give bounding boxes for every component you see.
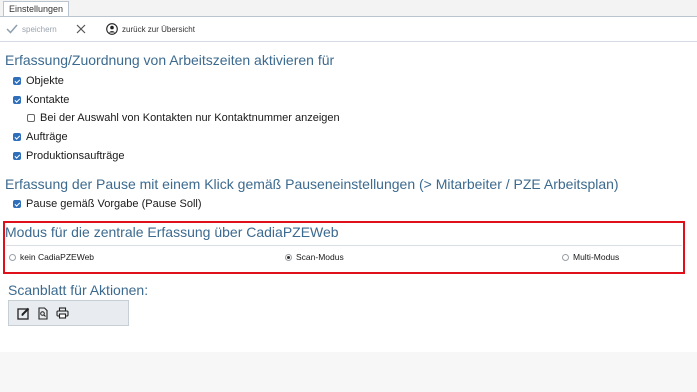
toolbar-divider (0, 41, 697, 42)
document-search-button[interactable] (35, 305, 51, 321)
radio-icon[interactable] (9, 253, 16, 261)
print-icon (55, 307, 69, 319)
checkbox-label: Pause gemäß Vorgabe (Pause Soll) (26, 198, 202, 210)
back-button-label: zurück zur Übersicht (122, 24, 195, 34)
checkbox-icon[interactable] (13, 96, 21, 104)
radio-multi-modus[interactable]: Multi-Modus (562, 252, 619, 262)
edit-button[interactable] (15, 305, 31, 321)
checkbox-kontakte[interactable]: Kontakte (13, 94, 69, 106)
section-title-scanblatt: Scanblatt für Aktionen: (8, 282, 149, 298)
checkbox-icon[interactable] (13, 77, 21, 85)
radio-label: kein CadiaPZEWeb (20, 252, 95, 262)
checkbox-nur-kontaktnummer[interactable]: Bei der Auswahl von Kontakten nur Kontak… (27, 112, 340, 124)
checkbox-label: Kontakte (26, 94, 70, 106)
checkbox-label: Aufträge (26, 131, 68, 143)
checkbox-icon[interactable] (27, 114, 35, 122)
checkbox-label: Produktionsaufträge (26, 150, 125, 162)
checkmark-icon (6, 24, 18, 34)
toolbar: speichern zurück zur Übersicht (0, 17, 697, 41)
radio-kein-cadiapzeweb[interactable]: kein CadiaPZEWeb (9, 252, 94, 262)
radio-label: Scan-Modus (296, 252, 344, 262)
edit-icon (16, 307, 29, 320)
cancel-button[interactable] (76, 17, 86, 41)
checkbox-icon[interactable] (13, 133, 21, 141)
radio-label: Multi-Modus (573, 252, 620, 262)
tab-strip: Einstellungen (0, 0, 697, 17)
radio-icon[interactable] (562, 253, 569, 261)
checkbox-pause-vorgabe[interactable]: Pause gemäß Vorgabe (Pause Soll) (13, 198, 202, 210)
section-title-arbeitszeiten: Erfassung/Zuordnung von Arbeitszeiten ak… (5, 52, 335, 68)
radio-icon[interactable] (285, 253, 292, 261)
section-title-pause: Erfassung der Pause mit einem Klick gemä… (5, 176, 619, 192)
mode-divider (6, 245, 682, 246)
checkbox-objekte[interactable]: Objekte (13, 75, 64, 87)
save-button[interactable]: speichern (6, 17, 57, 41)
scanblatt-toolbar (8, 300, 129, 326)
radio-scan-modus[interactable]: Scan-Modus (285, 252, 344, 262)
checkbox-icon[interactable] (13, 152, 21, 160)
section-title-modus: Modus für die zentrale Erfassung über Ca… (5, 224, 339, 240)
bottom-area (0, 352, 697, 392)
save-button-label: speichern (22, 24, 57, 34)
tab-einstellungen[interactable]: Einstellungen (3, 1, 70, 17)
checkbox-icon[interactable] (13, 200, 21, 208)
user-circle-icon (106, 23, 118, 35)
print-button[interactable] (54, 305, 70, 321)
checkbox-label: Bei der Auswahl von Kontakten nur Kontak… (40, 112, 340, 124)
checkbox-auftraege[interactable]: Aufträge (13, 131, 68, 143)
checkbox-produktionsauftraege[interactable]: Produktionsaufträge (13, 150, 124, 162)
document-search-icon (38, 306, 48, 320)
checkbox-label: Objekte (26, 75, 64, 87)
back-to-overview-button[interactable]: zurück zur Übersicht (106, 17, 195, 41)
close-icon (76, 24, 86, 34)
